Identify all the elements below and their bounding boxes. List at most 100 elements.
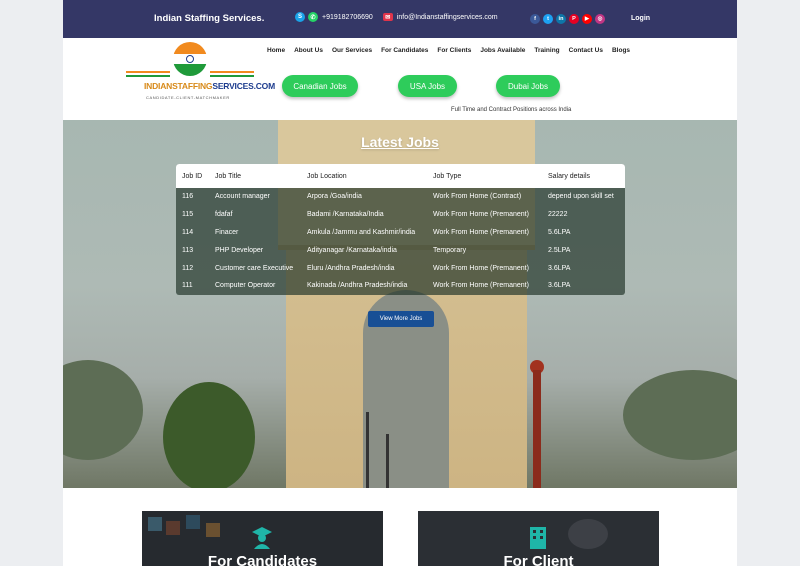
job-type: Work From Home (Premanent) (433, 211, 529, 219)
logo-stripe-green (210, 75, 254, 77)
table-row[interactable]: 112 Customer care Executive Eluru /Andhr… (176, 259, 625, 277)
table-row[interactable]: 114 Finacer Amkula /Jammu and Kashmir/in… (176, 224, 625, 242)
job-location: Badami /Karnataka/India (307, 211, 384, 219)
top-bar: Indian Staffing Services. S ✆ +919182706… (63, 0, 737, 38)
salary-details: 5.6LPA (548, 228, 571, 236)
logo-tagline: CANDIDATE-CLIENT-MATCHMAKER (146, 95, 230, 100)
nav-home[interactable]: Home (267, 47, 285, 54)
background-tile (166, 521, 180, 535)
table-row[interactable]: 111 Computer Operator Kakinada /Andhra P… (176, 277, 625, 295)
red-pillar (533, 370, 541, 488)
nav-for-clients[interactable]: For Clients (437, 47, 471, 54)
skype-icon[interactable]: S (295, 12, 305, 22)
view-more-jobs-button[interactable]: View More Jobs (368, 311, 434, 327)
nav-jobs-available[interactable]: Jobs Available (480, 47, 525, 54)
canadian-jobs-button[interactable]: Canadian Jobs (282, 75, 358, 97)
latest-jobs-heading[interactable]: Latest Jobs (63, 134, 737, 150)
job-title: Account manager (215, 193, 270, 201)
salary-details: 22222 (548, 211, 568, 219)
job-location: Amkula /Jammu and Kashmir/india (307, 228, 416, 236)
column-header: Job Type (433, 172, 462, 180)
salary-details: 2.5LPA (548, 246, 571, 254)
background-tree (63, 360, 143, 460)
logo-stripe-green (126, 75, 170, 77)
logo-stripe-orange (126, 71, 170, 73)
job-type: Work From Home (Premanent) (433, 282, 529, 290)
job-id: 112 (182, 264, 194, 272)
column-header: Job Location (307, 172, 347, 180)
job-id: 111 (182, 282, 193, 290)
logo-stripe-orange (210, 71, 254, 73)
for-client-card[interactable]: For Client (418, 511, 659, 566)
salary-details: 3.6LPA (548, 282, 571, 290)
lamp-post (386, 434, 389, 488)
lamp-post (366, 412, 369, 488)
salary-details: 3.6LPA (548, 264, 571, 272)
twitter-icon[interactable]: t (543, 14, 553, 24)
logo-name: INDIANSTAFFINGSERVICES.COM (144, 81, 275, 91)
job-id: 116 (182, 193, 194, 201)
nav-contact-us[interactable]: Contact Us (569, 47, 603, 54)
job-id: 115 (182, 211, 194, 219)
column-header: Salary details (548, 172, 591, 180)
foreground-tree (163, 382, 255, 488)
pinterest-icon[interactable]: P (569, 14, 579, 24)
background-person (568, 519, 608, 549)
facebook-icon[interactable]: f (530, 14, 540, 24)
column-header: Job ID (182, 172, 203, 180)
jobs-table-header: Job ID Job Title Job Location Job Type S… (176, 164, 625, 188)
job-id: 114 (182, 228, 194, 236)
background-tile (186, 515, 200, 529)
job-title: PHP Developer (215, 246, 264, 254)
table-row[interactable]: 116 Account manager Arpora /Goa/india Wo… (176, 188, 625, 206)
graduate-icon (252, 527, 272, 549)
column-header: Job Title (215, 172, 242, 180)
card-title: For Candidates (207, 553, 318, 566)
header-tagline: Full Time and Contract Positions across … (451, 107, 572, 113)
youtube-icon[interactable]: ▶ (582, 14, 592, 24)
salary-details: depend upon skill set (548, 193, 614, 201)
nav-about-us[interactable]: About Us (294, 47, 323, 54)
job-location: Arpora /Goa/india (307, 193, 362, 201)
job-title: Computer Operator (215, 282, 276, 290)
page: Indian Staffing Services. S ✆ +919182706… (63, 0, 737, 566)
linkedin-icon[interactable]: in (556, 14, 566, 24)
login-link[interactable]: Login (631, 15, 650, 22)
job-title: Customer care Executive (215, 264, 294, 272)
building-icon (528, 527, 548, 549)
job-id: 113 (182, 246, 194, 254)
job-type: Work From Home (Premanent) (433, 264, 529, 272)
phone-number[interactable]: +919182706690 (322, 14, 373, 21)
background-tile (148, 517, 162, 531)
background-tile (206, 523, 220, 537)
job-location: Adityanagar /Karnataka/india (307, 246, 397, 254)
job-location: Kakinada /Andhra Pradesh/india (307, 282, 408, 290)
dubai-jobs-button[interactable]: Dubai Jobs (496, 75, 560, 97)
job-type: Work From Home (Premanent) (433, 228, 529, 236)
brand-name: Indian Staffing Services. (154, 13, 265, 24)
job-type: Work From Home (Contract) (433, 193, 522, 201)
nav-our-services[interactable]: Our Services (332, 47, 372, 54)
nav-for-candidates[interactable]: For Candidates (381, 47, 428, 54)
jobs-table: Job ID Job Title Job Location Job Type S… (176, 164, 625, 295)
site-logo[interactable]: INDIANSTAFFINGSERVICES.COM CANDIDATE-CLI… (126, 42, 275, 104)
instagram-icon[interactable]: ◎ (595, 14, 605, 24)
table-row[interactable]: 113 PHP Developer Adityanagar /Karnataka… (176, 241, 625, 259)
job-location: Eluru /Andhra Pradesh/india (307, 264, 395, 272)
nav-training[interactable]: Training (534, 47, 559, 54)
social-links: f t in P ▶ ◎ (530, 14, 605, 24)
job-title: fdafaf (215, 211, 233, 219)
for-candidates-card[interactable]: For Candidates (142, 511, 383, 566)
flag-globe-icon (173, 42, 207, 76)
table-row[interactable]: 115 fdafaf Badami /Karnataka/India Work … (176, 206, 625, 224)
email-icon: ✉ (382, 13, 393, 21)
chakra-icon (186, 55, 194, 63)
job-type: Temporary (433, 246, 467, 254)
email-address[interactable]: info@Indianstaffingservices.com (397, 14, 498, 21)
hero-section: Latest Jobs Job ID Job Title Job Locatio… (63, 120, 737, 488)
whatsapp-icon[interactable]: ✆ (308, 12, 318, 22)
usa-jobs-button[interactable]: USA Jobs (398, 75, 457, 97)
contact-info: S ✆ +919182706690 ✉ info@Indianstaffings… (295, 12, 498, 22)
card-title: For Client (503, 553, 574, 566)
nav-blogs[interactable]: Blogs (612, 47, 630, 54)
